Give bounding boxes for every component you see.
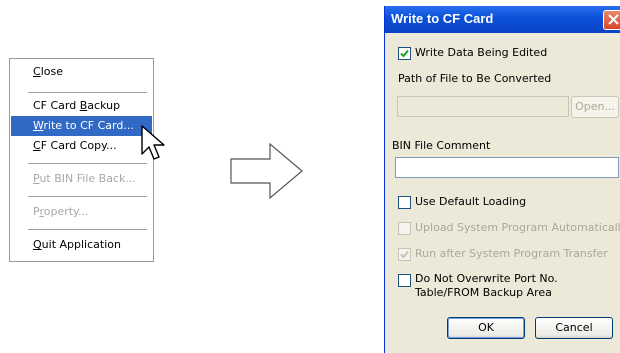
dialog-title: Write to CF Card [391, 11, 494, 26]
no-overwrite-label-line2: Table/FROM Backup Area [415, 286, 552, 299]
menu-item-cf-card-copy[interactable]: CF Card Copy... [11, 136, 152, 156]
checkmark-icon [400, 49, 409, 58]
menu-item-close[interactable]: Close [11, 62, 152, 82]
cancel-button[interactable]: Cancel [535, 317, 613, 339]
run-after-transfer-checkbox[interactable] [398, 248, 411, 261]
comment-label: BIN File Comment [392, 139, 491, 152]
context-menu: Close CF Card Backup Write to CF Card...… [9, 58, 154, 262]
write-data-checkbox[interactable] [398, 47, 411, 60]
write-data-label: Write Data Being Edited [415, 46, 548, 59]
dialog-title-bar[interactable]: Write to CF Card [385, 6, 620, 33]
use-default-loading-checkbox[interactable] [398, 196, 411, 209]
menu-separator [28, 92, 147, 93]
path-input[interactable] [397, 96, 569, 117]
open-button[interactable]: Open... [571, 96, 619, 118]
menu-item-cf-card-backup[interactable]: CF Card Backup [11, 96, 152, 116]
checkmark-icon [400, 250, 409, 259]
menu-item-write-to-cf-card[interactable]: Write to CF Card... [11, 116, 152, 136]
write-to-cf-card-dialog: Write to CF Card Write Data Being Edited… [384, 6, 620, 353]
close-button[interactable] [603, 10, 620, 30]
menu-separator [28, 196, 147, 197]
run-after-transfer-label: Run after System Program Transfer [415, 247, 608, 260]
upload-system-program-label: Upload System Program Automatically [415, 221, 620, 234]
upload-system-program-checkbox[interactable] [398, 222, 411, 235]
path-label: Path of File to Be Converted [398, 72, 552, 85]
ok-button[interactable]: OK [447, 317, 525, 339]
menu-item-quit-application[interactable]: Quit Application [11, 235, 152, 255]
no-overwrite-label-line1: Do Not Overwrite Port No. [415, 272, 558, 285]
menu-separator [28, 163, 147, 164]
right-arrow-icon [230, 142, 303, 200]
menu-item-property[interactable]: Property... [11, 202, 152, 222]
close-icon [608, 14, 619, 25]
menu-separator [28, 229, 147, 230]
menu-item-put-bin-file-back[interactable]: Put BIN File Back... [11, 169, 152, 189]
comment-input[interactable] [395, 157, 619, 178]
use-default-loading-label: Use Default Loading [415, 195, 527, 208]
mouse-pointer-icon [141, 125, 165, 160]
no-overwrite-checkbox[interactable] [398, 274, 411, 287]
